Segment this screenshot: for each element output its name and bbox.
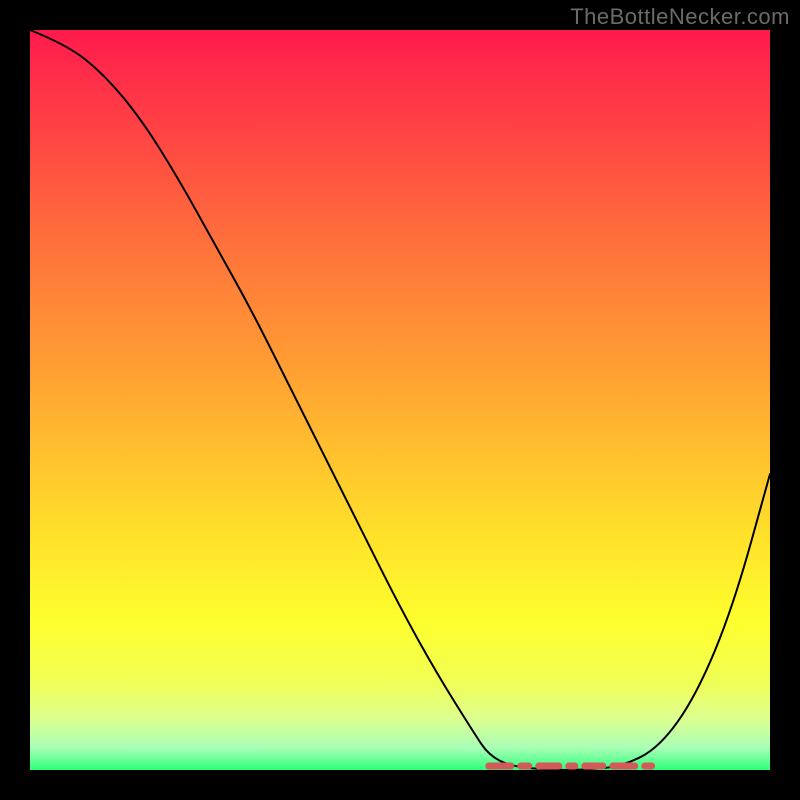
plot-area [30,30,770,770]
watermark-text: TheBottleNecker.com [570,4,790,30]
chart-frame: TheBottleNecker.com [0,0,800,800]
curve-layer [30,30,770,770]
bottleneck-curve [30,30,770,770]
